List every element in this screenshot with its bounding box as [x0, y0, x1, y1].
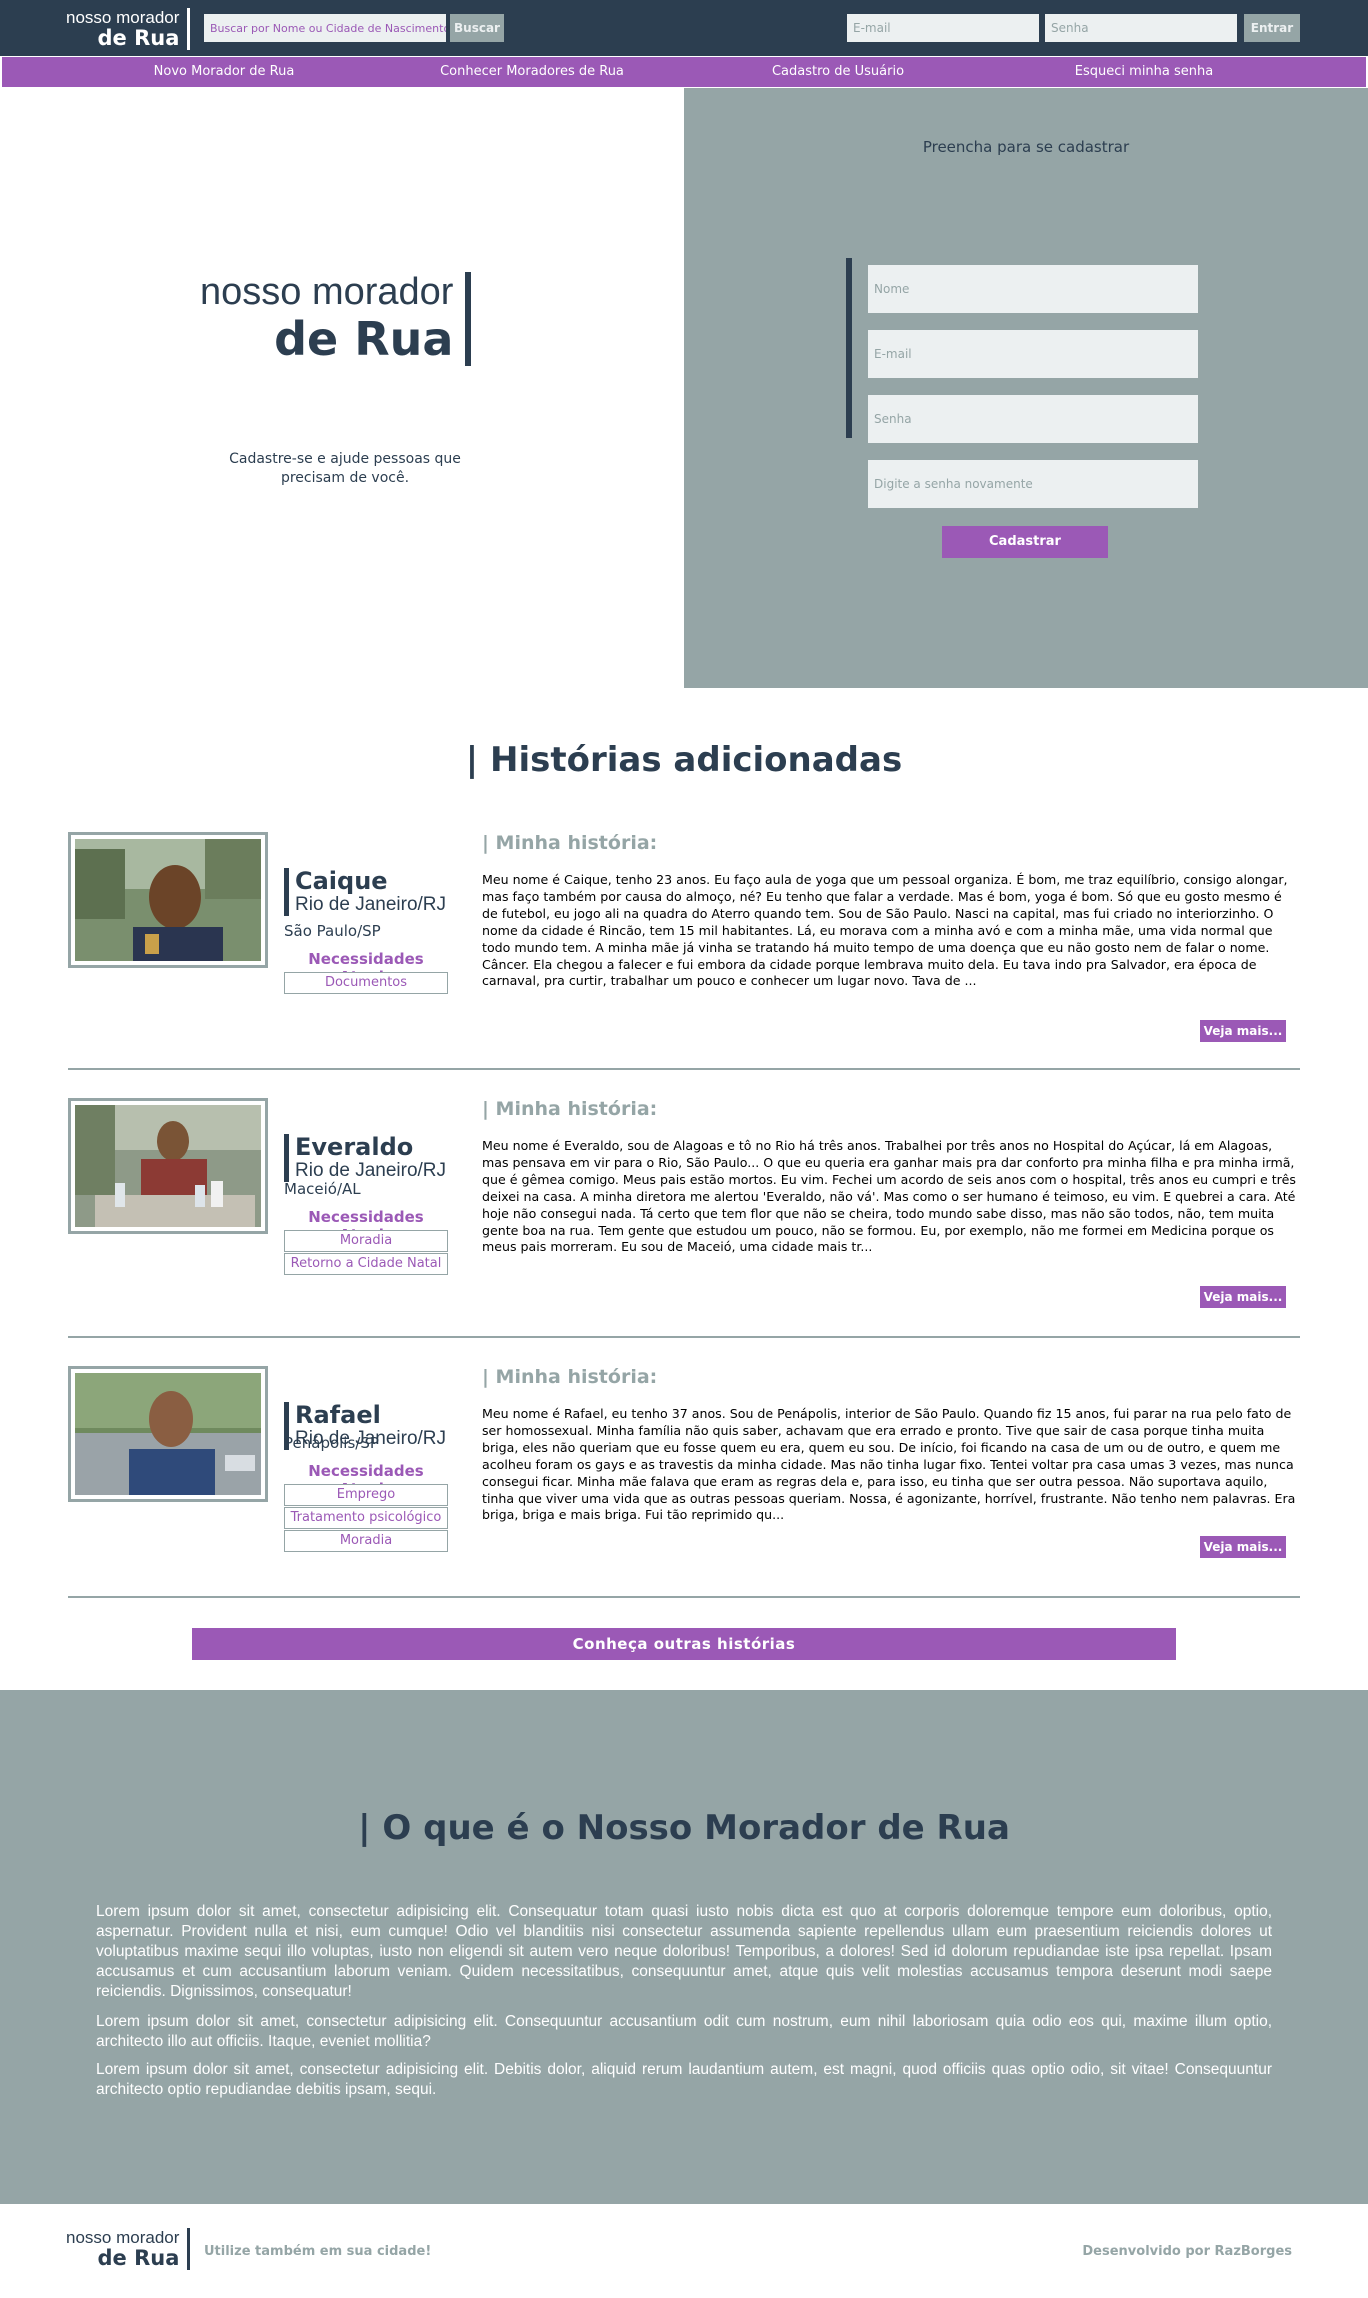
person-current-city: Maceió/AL [284, 1180, 361, 1198]
footer-logo[interactable]: nosso morador de Rua [66, 2228, 191, 2270]
hero-logo: nosso morador de Rua [200, 271, 472, 366]
login-email-field[interactable] [847, 14, 1039, 42]
about-section: | O que é o Nosso Morador de Rua Lorem i… [0, 1690, 1368, 2204]
logo-line2: de Rua [97, 26, 180, 50]
need-item[interactable]: Tratamento psicológico [284, 1507, 448, 1529]
logo-line1: nosso morador [66, 8, 180, 27]
need-item[interactable]: Moradia [284, 1530, 448, 1552]
need-item[interactable]: Documentos [284, 972, 448, 994]
portrait-image [75, 1105, 261, 1227]
nav-item-user-registration[interactable]: Cadastro de Usuário [688, 57, 988, 87]
about-paragraph: Lorem ipsum dolor sit amet, consectetur … [96, 1903, 1272, 2000]
story-divider [68, 1068, 1300, 1070]
hero-logo-line2: de Rua [274, 312, 454, 366]
person-current-city: Penápolis/SP [284, 1434, 379, 1452]
person-name: Everaldo [295, 1133, 414, 1161]
read-more-button[interactable]: Veja mais... [1200, 1286, 1286, 1308]
story-divider [68, 1336, 1300, 1338]
story-card: Rafael Rio de Janeiro/RJ Penápolis/SP Ne… [68, 1366, 1300, 1576]
portrait-image [75, 839, 261, 961]
top-bar: nosso morador de Rua Buscar Entrar [0, 0, 1368, 56]
person-name-block: Everaldo Rio de Janeiro/RJ [284, 1134, 446, 1182]
person-name: Caique [295, 867, 388, 895]
register-submit-button[interactable]: Cadastrar [942, 526, 1108, 558]
search-button[interactable]: Buscar [450, 14, 504, 42]
portrait-image [75, 1373, 261, 1495]
story-divider [68, 1596, 1300, 1598]
about-title: | O que é o Nosso Morador de Rua [358, 1808, 1010, 1848]
read-more-button[interactable]: Veja mais... [1200, 1020, 1286, 1042]
register-panel: Preencha para se cadastrar Cadastrar [684, 88, 1368, 688]
more-stories-button[interactable]: Conheça outras histórias [192, 1628, 1176, 1660]
person-photo[interactable] [68, 1366, 268, 1502]
read-more-button[interactable]: Veja mais... [1200, 1536, 1286, 1558]
nav-item-meet-residents[interactable]: Conhecer Moradores de Rua [382, 57, 682, 87]
login-button[interactable]: Entrar [1244, 14, 1300, 42]
about-paragraph: Lorem ipsum dolor sit amet, consectetur … [96, 2061, 1272, 2098]
person-name-block: Caique Rio de Janeiro/RJ [284, 868, 446, 916]
footer-logo-line2: de Rua [97, 2246, 180, 2270]
nav-item-forgot-password[interactable]: Esqueci minha senha [994, 57, 1294, 87]
story-text: Meu nome é Everaldo, sou de Alagoas e tô… [482, 1138, 1296, 1255]
footer-tagline: Utilize também em sua cidade! [204, 2244, 432, 2259]
search-input[interactable] [204, 14, 446, 42]
story-card: Caique Rio de Janeiro/RJ São Paulo/SP Ne… [68, 832, 1300, 1042]
main-nav: Novo Morador de Rua Conhecer Moradores d… [2, 57, 1366, 87]
person-photo[interactable] [68, 832, 268, 968]
hero-tagline: Cadastre-se e ajude pessoas que precisam… [229, 451, 461, 486]
about-paragraph: Lorem ipsum dolor sit amet, consectetur … [96, 2013, 1272, 2050]
person-origin: Rio de Janeiro/RJ [295, 894, 447, 915]
header-logo[interactable]: nosso morador de Rua [66, 8, 191, 50]
login-password-field[interactable] [1045, 14, 1237, 42]
person-origin: Rio de Janeiro/RJ [295, 1160, 447, 1181]
footer-credit[interactable]: Desenvolvido por RazBorges [1082, 2244, 1292, 2259]
footer-logo-line1: nosso morador [66, 2228, 180, 2247]
need-item[interactable]: Emprego [284, 1484, 448, 1506]
register-accent-bar [846, 258, 852, 438]
story-heading: | Minha história: [482, 832, 658, 854]
nav-item-new-resident[interactable]: Novo Morador de Rua [74, 57, 374, 87]
story-heading: | Minha história: [482, 1098, 658, 1120]
story-heading: | Minha história: [482, 1366, 658, 1388]
need-item[interactable]: Retorno a Cidade Natal [284, 1253, 448, 1275]
register-confirm-password-field[interactable] [868, 460, 1198, 508]
register-email-field[interactable] [868, 330, 1198, 378]
person-current-city: São Paulo/SP [284, 922, 381, 940]
story-text: Meu nome é Rafael, eu tenho 37 anos. Sou… [482, 1406, 1296, 1523]
hero-logo-line1: nosso morador [200, 271, 454, 313]
story-card: Everaldo Rio de Janeiro/RJ Maceió/AL Nec… [68, 1098, 1300, 1308]
register-title: Preencha para se cadastrar [922, 138, 1130, 156]
person-photo[interactable] [68, 1098, 268, 1234]
need-item[interactable]: Moradia [284, 1230, 448, 1252]
register-name-field[interactable] [868, 265, 1198, 313]
story-text: Meu nome é Caique, tenho 23 anos. Eu faç… [482, 872, 1288, 989]
stories-title: | Histórias adicionadas [465, 740, 903, 780]
register-password-field[interactable] [868, 395, 1198, 443]
person-name: Rafael [295, 1401, 381, 1429]
